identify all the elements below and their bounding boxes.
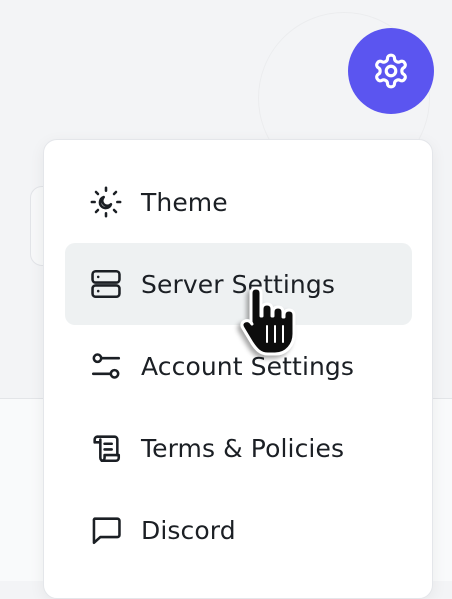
menu-item-account-settings[interactable]: Account Settings (65, 325, 412, 407)
settings-menu: Theme Server Settings Account Settings T… (43, 139, 433, 599)
menu-item-discord[interactable]: Discord (65, 489, 412, 571)
server-icon (89, 267, 123, 301)
menu-item-label: Theme (141, 187, 228, 217)
chat-bubble-icon (89, 513, 123, 547)
gear-icon (375, 53, 407, 89)
menu-item-label: Terms & Policies (141, 433, 345, 463)
menu-item-label: Discord (141, 515, 236, 545)
menu-item-theme[interactable]: Theme (65, 161, 412, 243)
settings-button[interactable] (348, 28, 434, 114)
menu-item-label: Account Settings (141, 351, 355, 381)
menu-item-server-settings[interactable]: Server Settings (65, 243, 412, 325)
menu-item-label: Server Settings (141, 269, 335, 299)
sliders-icon (89, 349, 123, 383)
menu-item-terms-policies[interactable]: Terms & Policies (65, 407, 412, 489)
scroll-icon (89, 431, 123, 465)
theme-sun-moon-icon (89, 185, 123, 219)
